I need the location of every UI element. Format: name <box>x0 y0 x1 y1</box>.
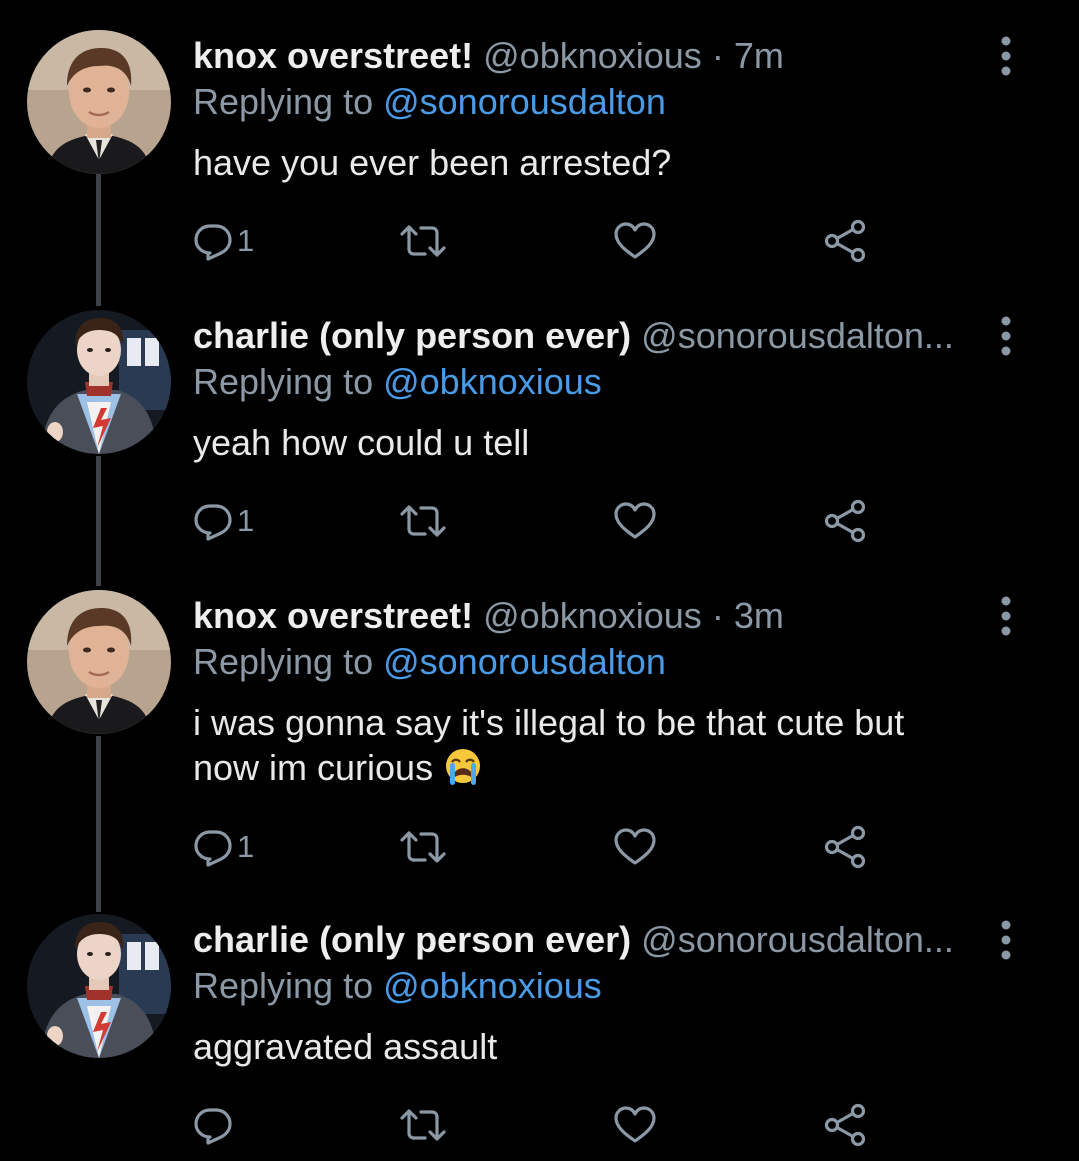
tweet-text: aggravated assault <box>193 1026 498 1067</box>
replying-to-label: Replying to <box>193 81 384 122</box>
heart-icon <box>613 1105 657 1145</box>
tweet-header: knox overstreet! @obknoxious · 3m <box>193 594 983 638</box>
share-button[interactable] <box>823 822 867 872</box>
more-vertical-icon <box>995 920 1017 960</box>
knox-avatar-icon <box>27 590 171 734</box>
retweet-button[interactable] <box>399 822 447 872</box>
tweet-header: charlie (only person ever) @sonorousdalt… <box>193 918 983 962</box>
timestamp[interactable]: 7m <box>734 35 784 76</box>
tweet-text-line: now im curious <box>193 745 983 790</box>
heart-icon <box>613 221 657 261</box>
mention-link[interactable]: @obknoxious <box>383 361 602 402</box>
user-handle[interactable]: @obknoxious <box>483 35 702 76</box>
tweet-text-segment: now im curious <box>193 747 444 788</box>
like-button[interactable] <box>613 1100 657 1150</box>
more-button[interactable] <box>995 596 1017 636</box>
more-vertical-icon <box>995 596 1017 636</box>
retweet-button[interactable] <box>399 216 447 266</box>
share-button[interactable] <box>823 496 867 546</box>
share-icon <box>823 1103 867 1147</box>
display-name[interactable]: knox overstreet! <box>193 35 473 76</box>
replying-to-label: Replying to <box>193 965 384 1006</box>
user-handle[interactable]: @obknoxious <box>483 595 702 636</box>
reply-icon <box>193 221 233 261</box>
loudly-crying-face-icon <box>443 746 483 786</box>
reply-icon <box>193 827 233 867</box>
share-button[interactable] <box>823 216 867 266</box>
reply-button[interactable]: 1 <box>193 822 254 872</box>
replying-to-label: Replying to <box>193 641 384 682</box>
replying-to-label: Replying to <box>193 361 384 402</box>
tweet[interactable]: charlie (only person ever) @sonorousdalt… <box>0 914 1079 1154</box>
retweet-icon <box>399 501 447 541</box>
reply-button[interactable]: 1 <box>193 496 254 546</box>
charlie-avatar-icon <box>27 310 171 454</box>
user-handle[interactable]: @sonorousdalton... <box>641 919 954 960</box>
avatar[interactable] <box>27 590 171 734</box>
action-bar: 1 <box>193 216 893 266</box>
reply-icon <box>193 1105 233 1145</box>
reply-count: 1 <box>237 503 255 538</box>
reply-count: 1 <box>237 223 255 258</box>
avatar[interactable] <box>27 914 171 1058</box>
display-name[interactable]: knox overstreet! <box>193 595 473 636</box>
tweet-header: knox overstreet! @obknoxious · 7m <box>193 34 983 78</box>
knox-avatar-icon <box>27 30 171 174</box>
retweet-button[interactable] <box>399 496 447 546</box>
mention-link[interactable]: @sonorousdalton <box>383 641 666 682</box>
share-icon <box>823 219 867 263</box>
reply-button[interactable] <box>193 1100 237 1150</box>
retweet-icon <box>399 1105 447 1145</box>
share-icon <box>823 825 867 869</box>
more-button[interactable] <box>995 316 1017 356</box>
like-button[interactable] <box>613 822 657 872</box>
tweet-text: have you ever been arrested? <box>193 142 672 183</box>
tweet-text: yeah how could u tell <box>193 422 530 463</box>
timestamp[interactable]: 3m <box>734 595 784 636</box>
like-button[interactable] <box>613 496 657 546</box>
separator: · <box>711 595 724 636</box>
charlie-avatar-icon <box>27 914 171 1058</box>
tweet-header: charlie (only person ever) @sonorousdalt… <box>193 314 983 358</box>
reply-icon <box>193 501 233 541</box>
share-icon <box>823 499 867 543</box>
tweet-text: i was gonna say it's illegal to be that … <box>193 700 983 790</box>
mention-link[interactable]: @obknoxious <box>383 965 602 1006</box>
tweet[interactable]: knox overstreet! @obknoxious · 7m Replyi… <box>0 30 1079 290</box>
share-button[interactable] <box>823 1100 867 1150</box>
replying-to: Replying to @sonorousdalton <box>193 640 666 684</box>
action-bar <box>193 1100 893 1150</box>
tweet-text-line: i was gonna say it's illegal to be that … <box>193 702 905 743</box>
mention-link[interactable]: @sonorousdalton <box>383 81 666 122</box>
heart-icon <box>613 501 657 541</box>
tweet[interactable]: charlie (only person ever) @sonorousdalt… <box>0 310 1079 570</box>
heart-icon <box>613 827 657 867</box>
replying-to: Replying to @obknoxious <box>193 964 602 1008</box>
like-button[interactable] <box>613 216 657 266</box>
replying-to: Replying to @sonorousdalton <box>193 80 666 124</box>
action-bar: 1 <box>193 822 893 872</box>
reply-count: 1 <box>237 829 255 864</box>
separator: · <box>711 35 724 76</box>
action-bar: 1 <box>193 496 893 546</box>
retweet-button[interactable] <box>399 1100 447 1150</box>
retweet-icon <box>399 827 447 867</box>
display-name[interactable]: charlie (only person ever) <box>193 315 631 356</box>
display-name[interactable]: charlie (only person ever) <box>193 919 631 960</box>
tweet[interactable]: knox overstreet! @obknoxious · 3m Replyi… <box>0 590 1079 890</box>
more-button[interactable] <box>995 920 1017 960</box>
more-button[interactable] <box>995 36 1017 76</box>
avatar[interactable] <box>27 310 171 454</box>
more-vertical-icon <box>995 316 1017 356</box>
replying-to: Replying to @obknoxious <box>193 360 602 404</box>
retweet-icon <box>399 221 447 261</box>
user-handle[interactable]: @sonorousdalton... <box>641 315 954 356</box>
reply-button[interactable]: 1 <box>193 216 254 266</box>
more-vertical-icon <box>995 36 1017 76</box>
avatar[interactable] <box>27 30 171 174</box>
